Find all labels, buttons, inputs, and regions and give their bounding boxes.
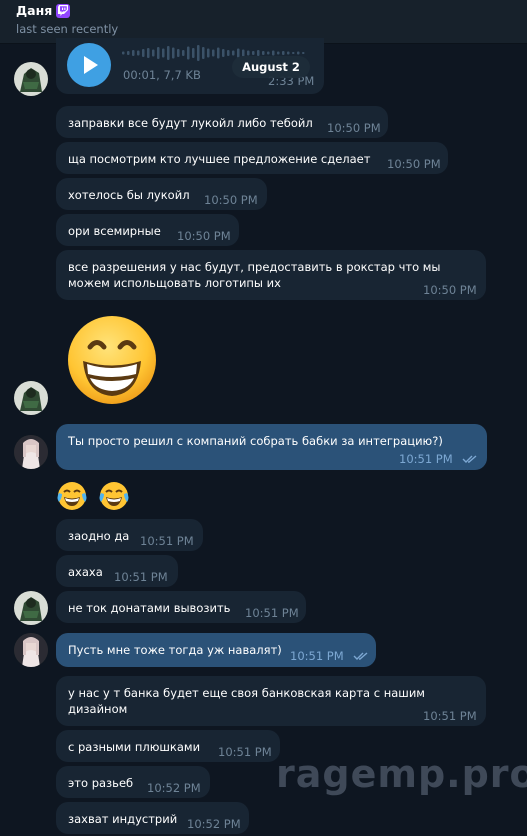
play-icon (84, 56, 98, 74)
incoming-message[interactable]: ахаха 10:51 PM (56, 555, 178, 587)
waveform-bar (297, 51, 300, 55)
last-seen-status: last seen recently (16, 22, 119, 36)
waveform-bar (287, 51, 290, 55)
waveform-bar (292, 52, 295, 54)
waveform-bar (252, 51, 255, 55)
message-text: с разными плюшками (68, 740, 201, 754)
waveform-bar (247, 50, 250, 56)
waveform-bar (282, 51, 285, 55)
incoming-message[interactable]: у нас у т банка будет еще своя банковска… (56, 676, 486, 726)
waveform-bar (192, 48, 195, 58)
message-text: все разрешения у нас будут, предоставить… (68, 260, 441, 290)
waveform-bar (162, 48, 165, 58)
incoming-message[interactable]: захват индустрий 10:52 PM (56, 802, 249, 834)
waveform-bar (207, 48, 210, 58)
waveform-bar (172, 47, 175, 59)
message-time: 10:51 PM (218, 745, 272, 759)
waveform-bar (132, 50, 135, 56)
incoming-message[interactable]: заправки все будут лукойл либо тебойл 10… (56, 106, 388, 138)
waveform-bar (212, 49, 215, 57)
message-time: 10:52 PM (187, 817, 241, 831)
message-time: 10:51 PM (245, 606, 299, 620)
waveform-bar (187, 46, 190, 60)
incoming-message[interactable]: ори всемирные 10:50 PM (56, 214, 239, 246)
waveform-bar (197, 45, 200, 61)
waveform-bar (142, 49, 145, 57)
grinning-face-emoji[interactable] (66, 314, 158, 410)
outgoing-message[interactable]: Ты просто решил с компаний собрать бабки… (56, 424, 487, 470)
voice-duration: 00:01 (123, 68, 157, 82)
waveform-bar (122, 51, 125, 55)
incoming-message[interactable]: ща посмотрим кто лучшее предложение сдел… (56, 142, 448, 174)
message-time: 10:50 PM (177, 229, 231, 243)
waveform-bar (222, 49, 225, 57)
waveform-bar (302, 52, 305, 54)
play-button[interactable] (67, 43, 111, 87)
message-text: ща посмотрим кто лучшее предложение сдел… (68, 152, 371, 166)
waveform-bar (217, 47, 220, 59)
waveform-bar (167, 46, 170, 60)
message-time: 10:51 PM (399, 452, 453, 466)
waveform-bar (182, 50, 185, 56)
message-list[interactable]: 00:01, 7,7 KB 2:33 PM August 2 заправки … (0, 38, 527, 836)
message-time: 10:51 PM (290, 649, 344, 663)
contact-name-row[interactable]: Даня (16, 3, 511, 18)
laughing-crying-emoji[interactable] (56, 480, 88, 516)
message-text: захват индустрий (68, 812, 178, 826)
avatar[interactable] (14, 633, 48, 667)
waveform-bar (277, 51, 280, 55)
message-text: хотелось бы лукойл (68, 188, 190, 202)
waveform-bar (202, 47, 205, 59)
message-text: это разьеб (68, 776, 134, 790)
message-text: Ты просто решил с компаний собрать бабки… (68, 434, 443, 448)
watermark: ragemp.pro (276, 752, 527, 796)
read-checkmarks-icon (353, 652, 368, 660)
incoming-message[interactable]: заодно да 10:51 PM (56, 519, 203, 551)
message-time: 10:50 PM (387, 157, 441, 171)
avatar[interactable] (14, 435, 48, 469)
contact-name[interactable]: Даня (16, 3, 52, 18)
incoming-message[interactable]: не ток донатами вывозить 10:51 PM (56, 591, 306, 623)
message-time: 10:51 PM (114, 570, 168, 584)
message-text: заодно да (68, 529, 130, 543)
message-time: 10:51 PM (140, 534, 194, 548)
message-time: 10:52 PM (147, 781, 201, 795)
message-time: 10:51 PM (423, 709, 477, 723)
avatar[interactable] (14, 591, 48, 625)
waveform-bar (267, 51, 270, 55)
waveform-bar (147, 48, 150, 58)
voice-meta: 00:01, 7,7 KB (123, 68, 201, 82)
twitch-icon (56, 3, 71, 18)
message-text: не ток донатами вывозить (68, 601, 231, 615)
incoming-message[interactable]: все разрешения у нас будут, предоставить… (56, 250, 486, 300)
message-time: 10:50 PM (204, 193, 258, 207)
outgoing-message[interactable]: Пусть мне тоже тогда уж навалят) 10:51 P… (56, 633, 376, 667)
waveform-bar (127, 51, 130, 55)
waveform-bar (157, 47, 160, 59)
message-text: заправки все будут лукойл либо тебойл (68, 116, 313, 130)
waveform-bar (177, 49, 180, 57)
laughing-crying-emoji[interactable] (98, 480, 130, 516)
date-separator[interactable]: August 2 (232, 56, 310, 78)
message-time: 10:50 PM (327, 121, 381, 135)
message-text: ахаха (68, 565, 103, 579)
message-time: 10:50 PM (423, 283, 477, 297)
waveform-bar (137, 50, 140, 56)
waveform-bar (152, 49, 155, 57)
message-text: у нас у т банка будет еще своя банковска… (68, 686, 425, 716)
waveform-bar (262, 51, 265, 55)
message-text: ори всемирные (68, 224, 161, 238)
message-text: Пусть мне тоже тогда уж навалят) (68, 643, 282, 657)
incoming-message[interactable]: это разьеб 10:52 PM (56, 766, 210, 798)
waveform-bar (272, 50, 275, 56)
incoming-message[interactable]: хотелось бы лукойл 10:50 PM (56, 178, 267, 210)
waveform-bar (232, 50, 235, 56)
avatar[interactable] (14, 62, 48, 96)
read-checkmarks-icon (462, 455, 477, 463)
incoming-message[interactable]: с разными плюшками 10:51 PM (56, 730, 280, 762)
waveform-bar (227, 50, 230, 56)
voice-size: 7,7 KB (163, 68, 201, 82)
avatar[interactable] (14, 381, 48, 415)
